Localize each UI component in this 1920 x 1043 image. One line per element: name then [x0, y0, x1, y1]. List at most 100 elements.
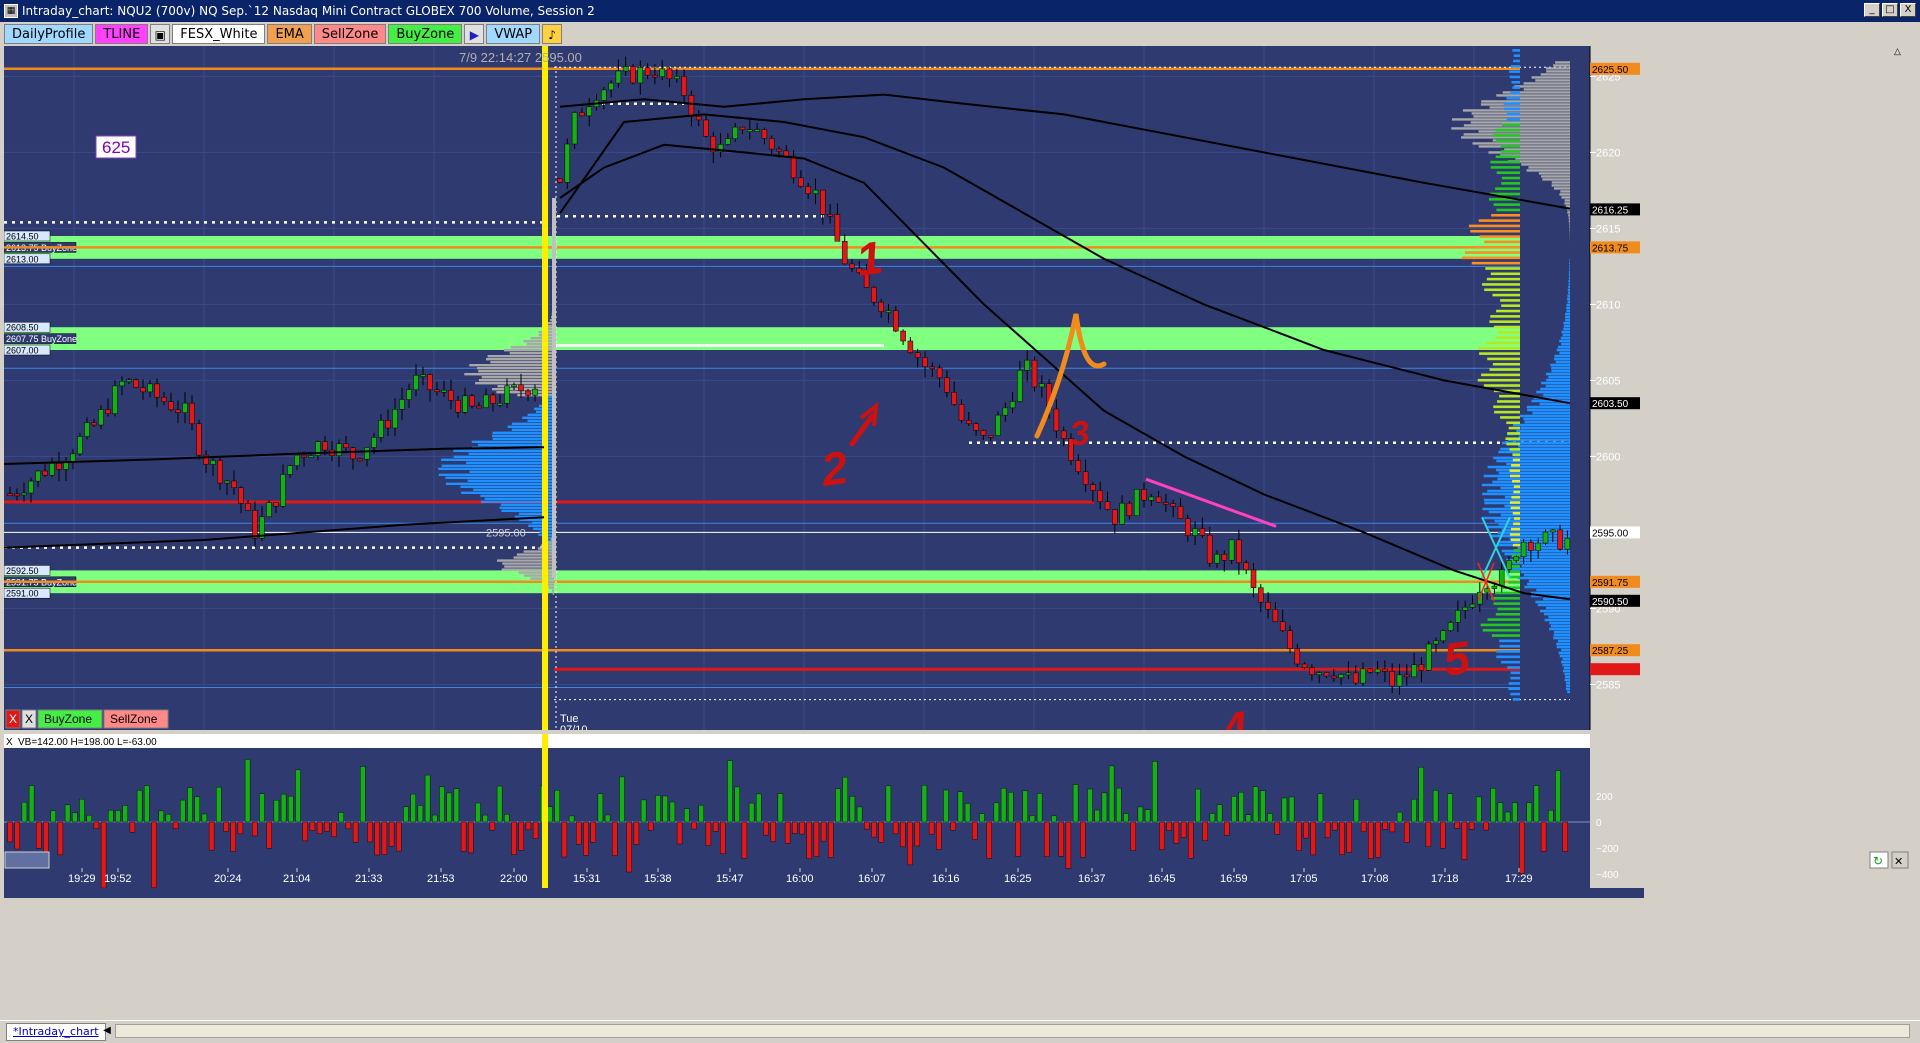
candle-up [1542, 531, 1549, 544]
toolbar-button-sellzone[interactable]: SellZone [313, 24, 387, 44]
candle-up [28, 480, 34, 494]
volume-bar-down [489, 821, 496, 831]
composite-profile-bar [1511, 80, 1520, 84]
axis-price-tag-label: 2590.50 [1592, 597, 1629, 608]
composite-profile-bar [1501, 150, 1520, 153]
volume-bar-up [1144, 809, 1151, 823]
volume-bar-down [691, 821, 697, 830]
volume-panel-background[interactable] [4, 734, 1590, 888]
volume-bar-down [583, 821, 589, 856]
candle-down [434, 389, 440, 393]
volume-bar-up [662, 795, 668, 823]
composite-profile-bar [1496, 171, 1520, 175]
volume-close-icon: X [6, 737, 13, 748]
composite-profile-bar [1501, 660, 1520, 664]
volume-bar-up [1252, 786, 1259, 823]
composite-profile-bar [1512, 479, 1520, 483]
candle-down [1031, 359, 1038, 388]
composite-profile-bar [1510, 538, 1520, 542]
volume-bar-up [921, 785, 928, 823]
bell-icon[interactable]: ♪ [542, 24, 563, 44]
candle-up [1396, 674, 1403, 687]
price-chart[interactable]: 2614.502613.75 BuyZone2613.002608.502607… [4, 46, 1910, 898]
volume-bar-up [453, 788, 460, 823]
candle-up [119, 380, 125, 387]
candle-up [126, 379, 132, 382]
candle-down [154, 383, 160, 398]
toolbar-button-tline[interactable]: TLINE [95, 24, 149, 44]
candle-down [776, 148, 782, 152]
candle-up [1345, 672, 1352, 676]
toolbar-button-buyzone[interactable]: BuyZone [388, 24, 463, 44]
volume-bar-down [676, 821, 683, 845]
candle-down [878, 301, 884, 312]
candle-down [1243, 562, 1249, 571]
volume-bar-down [648, 821, 654, 831]
candle-up [571, 112, 578, 145]
scroll-left-icon[interactable]: ◀ [100, 1024, 114, 1038]
toolbar-button-vwap[interactable]: VWAP [486, 24, 541, 44]
volume-bar-down [1346, 821, 1352, 853]
y-axis-tick-label: 2615 [1596, 223, 1620, 235]
zoom-box[interactable] [4, 851, 50, 869]
composite-profile-bar [1484, 240, 1520, 244]
volume-bar-up [1008, 792, 1014, 823]
toolbar-button-ema[interactable]: EMA [267, 24, 312, 44]
volume-bar-up [410, 793, 416, 823]
x-axis-tick-label: 21:33 [355, 873, 383, 885]
composite-profile-bar [1476, 245, 1520, 249]
price-panel-background[interactable] [4, 46, 1520, 730]
toolbar-button-dailyprofile[interactable]: DailyProfile [4, 24, 94, 44]
legend-button-label: SellZone [110, 712, 158, 726]
candle-down [688, 95, 695, 117]
candle-down [1177, 506, 1184, 519]
candle-up [287, 465, 293, 475]
chart-area[interactable]: 2614.502613.75 BuyZone2613.002608.502607… [4, 46, 1910, 898]
volume-bar-down [1202, 821, 1208, 841]
volume-bar-up [547, 806, 553, 823]
volume-bar-up [201, 813, 208, 823]
composite-profile-bar [1505, 437, 1520, 441]
volume-bar-down [1382, 821, 1388, 830]
candle-down [681, 76, 687, 96]
volume-bar-up [1000, 788, 1007, 823]
horizontal-scrollbar[interactable] [115, 1024, 1910, 1038]
save-icon[interactable]: ▣ [150, 24, 171, 44]
play-icon[interactable]: ▶ [464, 24, 485, 44]
volume-bar-down [576, 821, 582, 845]
toolbar-button-fesx-white[interactable]: FESX_White [172, 24, 266, 44]
minimize-button[interactable]: _ [1864, 3, 1880, 17]
sheet-tab[interactable]: *Intraday_chart [6, 1023, 106, 1041]
composite-profile-bar [1497, 400, 1520, 403]
volume-bar-down [172, 821, 179, 830]
candle-down [1265, 601, 1271, 610]
tick-count-label: 625 [102, 138, 130, 157]
candle-down [973, 423, 979, 431]
candle-down [245, 503, 251, 511]
volume-bar-up [698, 805, 704, 823]
volume-bar-down [302, 821, 308, 842]
volume-bar-down [864, 821, 870, 830]
candle-down [7, 493, 13, 496]
candle-up [1425, 643, 1432, 671]
session-start-marker [542, 734, 548, 888]
candle-down [189, 402, 195, 425]
candle-up [637, 67, 644, 84]
candle-up [224, 480, 230, 484]
app-icon[interactable]: ▦ [4, 4, 18, 18]
y-axis-tick-label: 2600 [1596, 451, 1620, 463]
scroll-up-icon: △ [1894, 46, 1901, 56]
composite-profile-bar [1494, 410, 1520, 414]
volume-bar-up [136, 790, 143, 823]
maximize-button[interactable]: □ [1882, 3, 1898, 17]
composite-profile-bar [1486, 341, 1520, 345]
composite-profile-bar [1509, 469, 1520, 472]
candle-down [834, 214, 841, 242]
volume-bar-down [900, 821, 906, 848]
composite-profile-bar [1512, 86, 1520, 89]
composite-profile-bar [1510, 527, 1520, 531]
x-axis-tick-label: 21:53 [427, 873, 455, 885]
volume-bar-down [1130, 821, 1136, 851]
candle-up [210, 460, 216, 465]
close-button[interactable]: X [1900, 3, 1916, 17]
